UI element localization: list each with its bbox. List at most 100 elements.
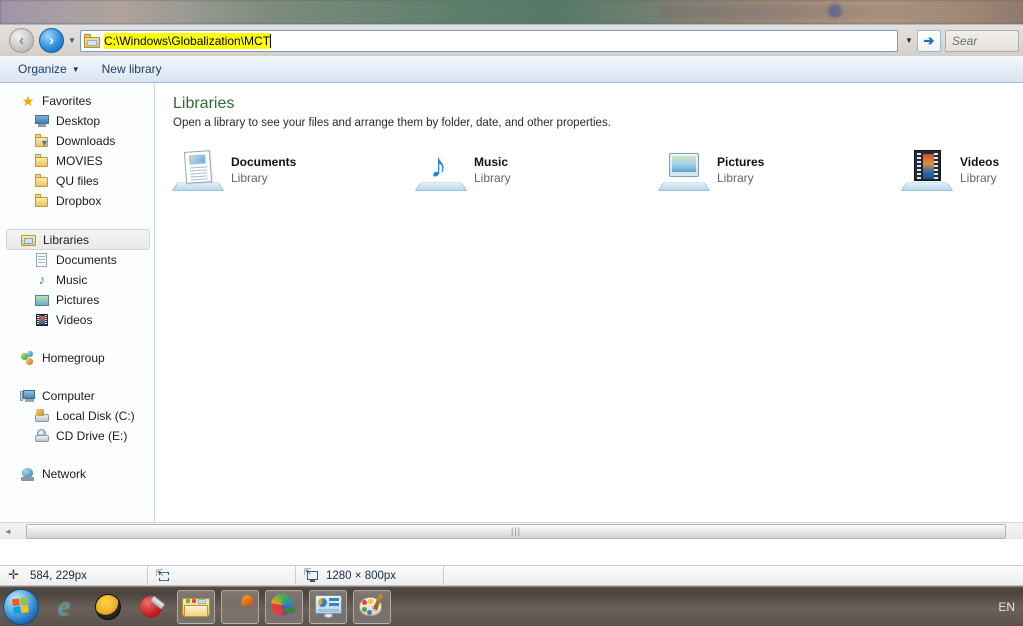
music-library-icon: ♪ <box>414 149 468 195</box>
library-item-pictures[interactable]: Pictures Library <box>657 149 902 195</box>
library-kind: Library <box>474 171 511 185</box>
navigation-pane[interactable]: ★ Favorites Desktop ▼ Downloads MOVIES Q… <box>0 83 155 524</box>
taskbar-item-internet-explorer[interactable]: e <box>45 590 83 624</box>
capture-status-bar: 584, 229px ⇱ ⇱ 1280 × 800px <box>0 565 1023 586</box>
cd-drive-icon <box>34 428 50 444</box>
scrollbar-track[interactable]: ||| <box>16 523 1023 539</box>
back-button[interactable]: ‹ <box>9 28 34 53</box>
document-icon <box>34 252 50 268</box>
sidebar-item-pictures[interactable]: Pictures <box>0 290 154 310</box>
taskbar-item-control-panel[interactable] <box>309 589 347 624</box>
sidebar-item-local-disk-c[interactable]: Local Disk (C:) <box>0 406 154 426</box>
language-indicator[interactable]: EN <box>998 587 1015 626</box>
status-image-size: ⇱ 1280 × 800px <box>296 565 444 586</box>
library-kind: Library <box>717 171 754 185</box>
videos-library-icon <box>900 149 954 195</box>
library-item-videos[interactable]: Videos Library <box>900 149 1023 195</box>
taskbar-item-download-manager[interactable]: ➡ <box>265 589 303 624</box>
start-button[interactable] <box>3 588 39 625</box>
library-item-documents[interactable]: Documents Library <box>171 149 416 195</box>
sidebar-group-favorites[interactable]: ★ Favorites <box>0 91 154 111</box>
folder-icon <box>34 153 50 169</box>
sidebar-group-network[interactable]: Network <box>0 464 154 484</box>
sidebar-label: Videos <box>56 313 93 327</box>
sidebar-item-desktop[interactable]: Desktop <box>0 111 154 131</box>
taskbar: e N ➡ EN <box>0 586 1023 626</box>
selection-size-icon: ⇱ <box>156 568 171 583</box>
chevron-down-icon: ▼ <box>71 64 80 74</box>
sidebar-label: Homegroup <box>42 351 105 365</box>
text-cursor <box>270 33 272 48</box>
scrollbar-thumb[interactable]: ||| <box>26 523 1006 539</box>
monitor-icon <box>34 113 50 129</box>
page-subtitle: Open a library to see your files and arr… <box>173 117 611 129</box>
organize-button[interactable]: Organize ▼ <box>18 62 80 76</box>
folder-icon <box>34 173 50 189</box>
sidebar-item-cd-drive-e[interactable]: CD Drive (E:) <box>0 426 154 446</box>
library-name: Documents <box>231 155 297 169</box>
folder-icon <box>84 33 100 48</box>
sidebar-label: Documents <box>56 253 117 267</box>
page-title: Libraries <box>173 95 235 112</box>
address-dropdown-caret-icon[interactable]: ▼ <box>901 36 917 45</box>
sidebar-label: MOVIES <box>56 154 103 168</box>
sidebar-item-dropbox[interactable]: Dropbox <box>0 191 154 211</box>
windows-explorer-icon <box>182 596 210 618</box>
sidebar-label: Desktop <box>56 114 101 128</box>
horizontal-scrollbar[interactable]: ◄ ||| <box>0 522 1023 539</box>
firefox-icon <box>226 593 255 621</box>
library-item-music[interactable]: ♪ Music Library <box>414 149 659 195</box>
library-name: Pictures <box>717 155 765 169</box>
search-input[interactable]: Sear <box>945 29 1019 52</box>
sidebar-label: Network <box>42 467 87 481</box>
sidebar-label: Dropbox <box>56 194 102 208</box>
cursor-position-value: 584, 229px <box>30 569 87 582</box>
window-body: ★ Favorites Desktop ▼ Downloads MOVIES Q… <box>0 83 1023 524</box>
sidebar-item-videos[interactable]: Videos <box>0 310 154 330</box>
sidebar-item-downloads[interactable]: ▼ Downloads <box>0 131 154 151</box>
sidebar-group-homegroup[interactable]: Homegroup <box>0 348 154 368</box>
sidebar-group-libraries[interactable]: Libraries <box>6 229 150 250</box>
sidebar-label: Local Disk (C:) <box>56 409 135 423</box>
new-library-label: New library <box>101 62 162 76</box>
scroll-left-arrow-icon[interactable]: ◄ <box>0 524 16 539</box>
forward-button[interactable]: › <box>39 28 64 53</box>
taskbar-item-windows-explorer[interactable] <box>177 589 215 624</box>
content-pane: Libraries Open a library to see your fil… <box>155 83 1023 524</box>
taskbar-item-paint[interactable] <box>353 589 391 624</box>
taskbar-item-norton[interactable]: N <box>89 590 127 624</box>
sidebar-label: CD Drive (E:) <box>56 429 128 443</box>
libraries-grid: Documents Library ♪ Music Library Pictur… <box>171 149 1023 195</box>
taskbar-item-firefox[interactable] <box>221 589 259 624</box>
address-input[interactable]: C:\Windows\Globalization\MCT <box>80 29 898 52</box>
sidebar-item-music[interactable]: ♪ Music <box>0 270 154 290</box>
taskbar-item-ccleaner[interactable] <box>133 590 171 624</box>
sidebar-item-qu-files[interactable]: QU files <box>0 171 154 191</box>
sidebar-label: Music <box>56 273 88 287</box>
go-button[interactable]: ➔ <box>917 29 941 52</box>
norton-icon: N <box>94 593 122 621</box>
desktop-wallpaper-strip <box>0 0 1023 24</box>
language-label: EN <box>998 600 1015 614</box>
sidebar-item-documents[interactable]: Documents <box>0 250 154 270</box>
hard-disk-icon <box>34 408 50 424</box>
new-library-button[interactable]: New library <box>102 62 162 76</box>
sidebar-label: Libraries <box>43 232 90 247</box>
sidebar-group-computer[interactable]: Computer <box>0 386 154 406</box>
homegroup-icon <box>20 350 36 366</box>
organize-label: Organize <box>18 62 67 76</box>
image-size-icon: ⇱ <box>304 567 319 583</box>
library-name: Videos <box>960 155 1000 169</box>
sidebar-label: QU files <box>56 174 99 188</box>
network-icon <box>20 466 36 482</box>
computer-icon <box>20 388 36 404</box>
recent-pages-caret-icon[interactable]: ▼ <box>66 36 78 45</box>
move-crosshair-icon <box>8 567 23 583</box>
status-extra-cell <box>444 565 1023 586</box>
forward-arrow-icon: › <box>49 31 54 49</box>
sidebar-item-movies[interactable]: MOVIES <box>0 151 154 171</box>
sidebar-label: Computer <box>42 389 95 403</box>
sidebar-label: Pictures <box>56 293 100 307</box>
